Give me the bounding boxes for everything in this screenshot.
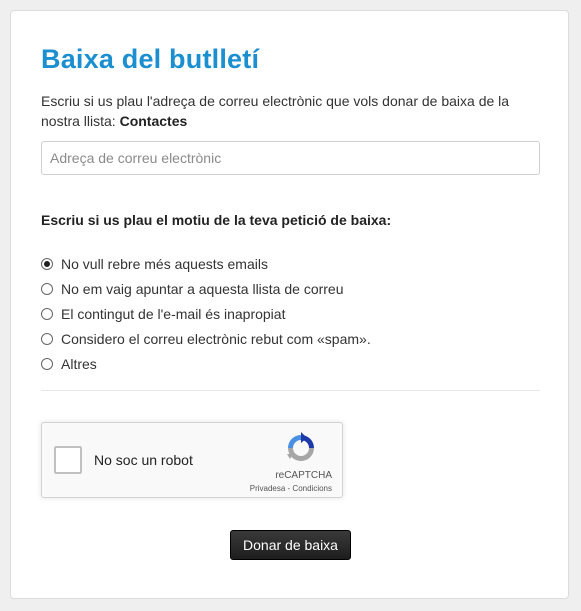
reason-option[interactable]: Altres: [41, 351, 371, 376]
reason-option-label: Considero el correu electrònic rebut com…: [61, 330, 371, 347]
recaptcha-terms-link[interactable]: Condicions: [292, 484, 332, 493]
page-title: Baixa del butlletí: [41, 44, 260, 74]
divider: [41, 390, 540, 391]
reason-option[interactable]: No vull rebre més aquests emails: [41, 251, 371, 276]
reason-option[interactable]: El contingut de l'e-mail és inapropiat: [41, 301, 371, 326]
unsubscribe-button[interactable]: Donar de baixa: [230, 530, 351, 560]
reason-option-label: El contingut de l'e-mail és inapropiat: [61, 305, 286, 322]
reason-option-label: No vull rebre més aquests emails: [61, 255, 268, 272]
reason-option[interactable]: Considero el correu electrònic rebut com…: [41, 326, 371, 351]
recaptcha-label: No soc un robot: [94, 452, 193, 468]
radio-button[interactable]: [41, 357, 53, 370]
email-input[interactable]: [41, 141, 540, 175]
radio-button-selected[interactable]: [41, 257, 53, 270]
recaptcha-checkbox[interactable]: [54, 446, 82, 474]
reason-option-label: Altres: [61, 355, 97, 372]
intro-text: Escriu si us plau l'adreça de correu ele…: [41, 91, 541, 131]
intro-sentence: Escriu si us plau l'adreça de correu ele…: [41, 93, 510, 129]
recaptcha-logo-icon: [287, 432, 314, 461]
reason-options: No vull rebre més aquests emails No em v…: [41, 251, 371, 376]
recaptcha-privacy-link[interactable]: Privadesa: [250, 484, 286, 493]
radio-button[interactable]: [41, 282, 53, 295]
recaptcha-widget: No soc un robot reCAPTCHA Privadesa - Co…: [41, 422, 343, 498]
recaptcha-links: Privadesa - Condicions: [232, 484, 332, 493]
reason-option-label: No em vaig apuntar a aquesta llista de c…: [61, 280, 344, 297]
recaptcha-brand: reCAPTCHA: [275, 470, 332, 481]
unsubscribe-card: Baixa del butlletí Escriu si us plau l'a…: [10, 10, 569, 599]
list-name: Contactes: [119, 113, 188, 129]
reason-label: Escriu si us plau el motiu de la teva pe…: [41, 212, 392, 228]
radio-button[interactable]: [41, 307, 53, 320]
radio-button[interactable]: [41, 332, 53, 345]
reason-option[interactable]: No em vaig apuntar a aquesta llista de c…: [41, 276, 371, 301]
